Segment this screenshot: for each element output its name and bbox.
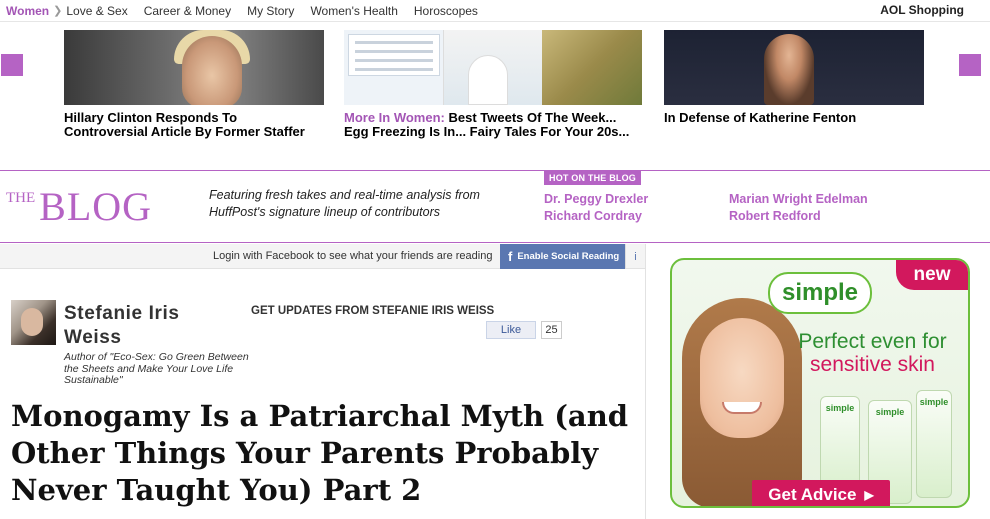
nav-item-horoscopes[interactable]: Horoscopes <box>414 4 478 18</box>
get-updates-label: GET UPDATES FROM STEFANIE IRIS WEISS <box>251 305 495 317</box>
get-advice-button[interactable]: Get Advice ▶ <box>752 480 890 506</box>
article-headline: Monogamy Is a Patriarchal Myth (and Othe… <box>11 399 629 507</box>
enable-social-reading-button[interactable]: f Enable Social Reading <box>500 244 625 269</box>
slide-image[interactable] <box>664 30 924 105</box>
carousel-slide[interactable]: More In Women: Best Tweets Of The Week..… <box>344 30 644 139</box>
carousel-next-button[interactable] <box>959 54 981 76</box>
hot-link[interactable]: Dr. Peggy Drexler <box>544 192 648 206</box>
blog-header: THE BLOG Featuring fresh takes and real-… <box>0 170 990 243</box>
blog-tagline: Featuring fresh takes and real-time anal… <box>209 188 480 219</box>
author-name[interactable]: Stefanie Iris Weiss <box>64 302 180 350</box>
ad-slogan: Perfect even for sensitive skin <box>798 330 947 376</box>
facebook-login-prompt: Login with Facebook to see what your fri… <box>213 250 493 262</box>
author-bio: Author of "Eco-Sex: Go Green Between the… <box>64 351 249 386</box>
more-in-women-label: More In Women: <box>344 110 445 125</box>
featured-carousel: Hillary Clinton Responds To Controversia… <box>0 22 990 170</box>
nav-item-career-money[interactable]: Career & Money <box>144 4 231 18</box>
ad-brand-logo: simple <box>768 272 872 314</box>
ad-new-tag: new <box>896 260 968 290</box>
hot-on-the-blog-label: HOT ON THE BLOG <box>544 171 641 185</box>
nav-item-my-story[interactable]: My Story <box>247 4 294 18</box>
blog-logo[interactable]: THE BLOG <box>6 183 152 230</box>
ad-product: simple <box>916 390 952 498</box>
carousel-prev-button[interactable] <box>1 54 23 76</box>
column-divider <box>645 244 646 519</box>
slide-image[interactable] <box>344 30 642 105</box>
carousel-slide[interactable]: In Defense of Katherine Fenton <box>664 30 924 125</box>
top-nav: Women ❯ Love & Sex Career & Money My Sto… <box>0 0 990 22</box>
advertisement[interactable]: simple new Perfect even for sensitive sk… <box>670 258 970 508</box>
slide-caption[interactable]: Hillary Clinton Responds To Controversia… <box>64 111 324 139</box>
facebook-icon: f <box>508 249 513 264</box>
social-reading-bar: Login with Facebook to see what your fri… <box>0 244 645 269</box>
nav-item-womens-health[interactable]: Women's Health <box>310 4 397 18</box>
slide-caption[interactable]: In Defense of Katherine Fenton <box>664 111 924 125</box>
author-avatar[interactable] <box>11 300 56 345</box>
hot-link[interactable]: Robert Redford <box>729 209 821 223</box>
info-icon[interactable]: i <box>625 244 645 269</box>
like-count: 25 <box>541 321 562 339</box>
aol-shopping-link[interactable]: AOL Shopping <box>880 3 964 17</box>
nav-item-love-sex[interactable]: Love & Sex <box>66 4 127 18</box>
facebook-like-button[interactable]: Like <box>486 321 536 339</box>
hot-link[interactable]: Richard Cordray <box>544 209 642 223</box>
nav-brand-women[interactable]: Women <box>6 4 49 18</box>
ad-model-image <box>672 290 812 506</box>
hot-link[interactable]: Marian Wright Edelman <box>729 192 868 206</box>
slide-caption[interactable]: More In Women: Best Tweets Of The Week..… <box>344 111 644 139</box>
carousel-slide[interactable]: Hillary Clinton Responds To Controversia… <box>64 30 324 139</box>
play-arrow-icon: ▶ <box>864 488 874 502</box>
slide-image[interactable] <box>64 30 324 105</box>
chevron-right-icon: ❯ <box>53 5 63 17</box>
